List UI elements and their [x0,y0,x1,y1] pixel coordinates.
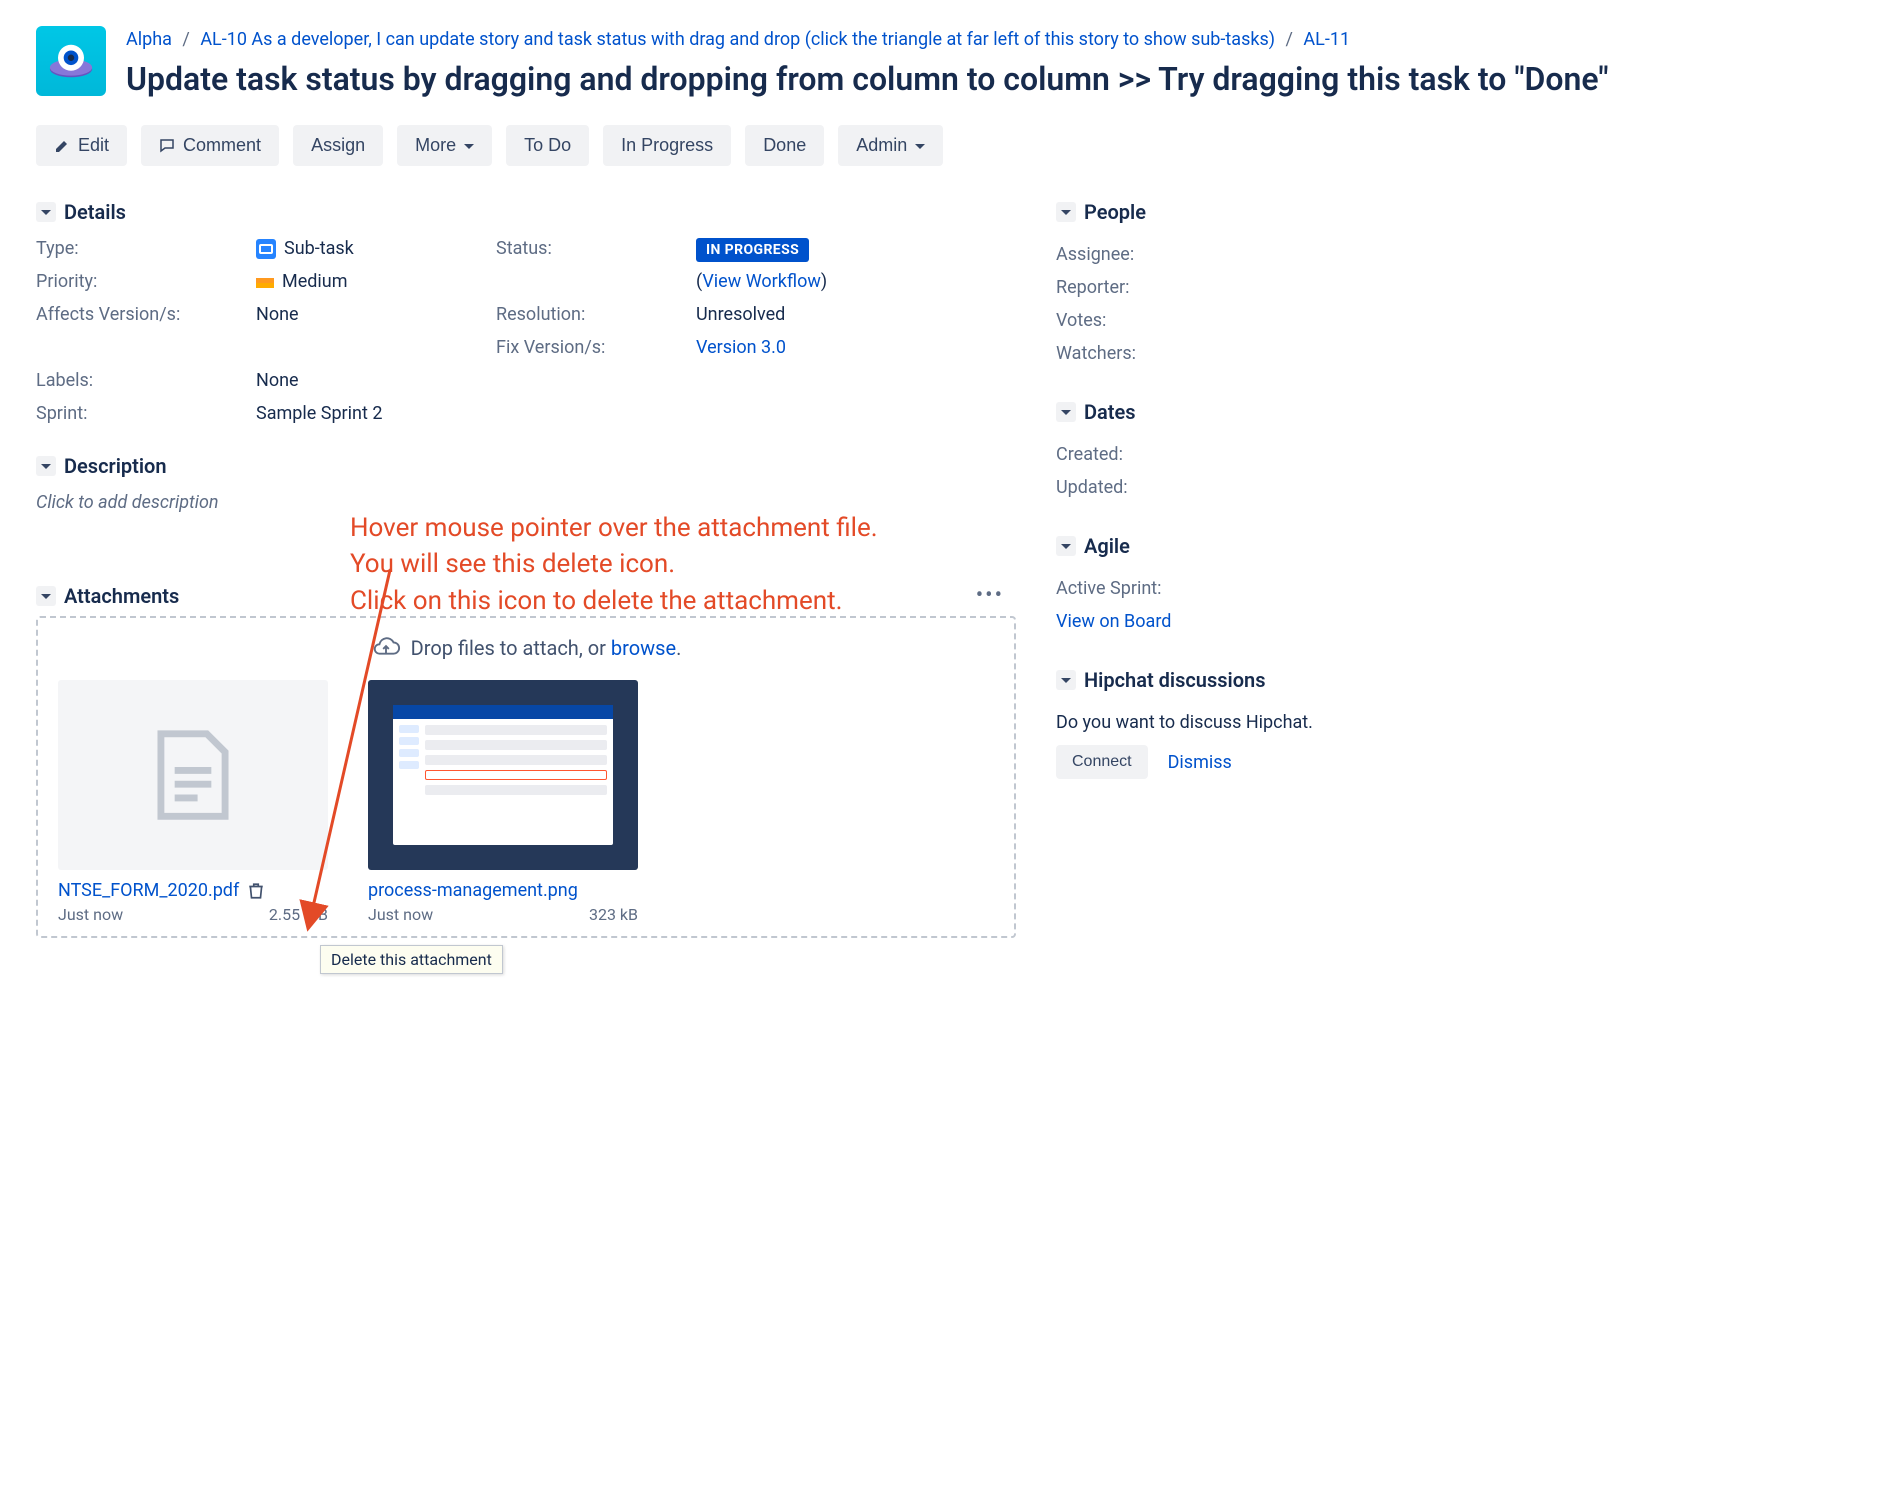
watchers-label: Watchers: [1056,337,1456,370]
description-twisty[interactable] [36,456,56,476]
page-title: Update task status by dragging and dropp… [126,59,1890,99]
agile-twisty[interactable] [1056,536,1076,556]
resolution-label: Resolution: [496,304,696,325]
delete-tooltip: Delete this attachment [320,945,503,974]
attachment-size: 323 kB [589,905,638,924]
hipchat-heading: Hipchat discussions [1084,668,1266,692]
details-heading: Details [64,200,126,224]
priority-medium-icon [256,278,274,288]
details-section: Details Type: Sub-task Status: IN PROGRE… [36,200,1016,424]
transition-todo-button[interactable]: To Do [506,125,589,166]
upload-cloud-icon [371,636,401,660]
more-button[interactable]: More [397,125,492,166]
attachment-time: Just now [368,905,433,924]
hipchat-connect-button[interactable]: Connect [1056,745,1148,779]
attachment-thumbnail[interactable] [368,680,638,870]
people-heading: People [1084,200,1146,224]
attachment-time: Just now [58,905,123,924]
updated-label: Updated: [1056,471,1456,504]
subtask-icon [256,239,276,259]
hipchat-text: Do you want to discuss Hipchat. [1056,706,1456,739]
hipchat-twisty[interactable] [1056,670,1076,690]
description-placeholder[interactable]: Click to add description [36,492,1016,513]
dates-twisty[interactable] [1056,402,1076,422]
browse-link[interactable]: browse [611,636,676,660]
sprint-label: Sprint: [36,403,256,424]
affects-value: None [256,304,496,325]
sprint-value: Sample Sprint 2 [256,403,496,424]
priority-value: Medium [256,271,496,292]
assign-button[interactable]: Assign [293,125,383,166]
description-heading: Description [64,454,167,478]
fixversion-value[interactable]: Version 3.0 [696,337,786,358]
type-value: Sub-task [256,238,496,259]
hipchat-dismiss-link[interactable]: Dismiss [1168,752,1232,773]
votes-label: Votes: [1056,304,1456,337]
project-avatar[interactable] [36,26,106,96]
trash-icon[interactable] [247,882,265,900]
view-on-board-link[interactable]: View on Board [1056,611,1171,632]
status-label: Status: [496,238,696,259]
status-badge: IN PROGRESS [696,238,809,262]
breadcrumb-parent[interactable]: AL-10 As a developer, I can update story… [200,29,1275,50]
fixversion-label: Fix Version/s: [496,337,696,358]
document-icon [138,720,248,830]
comment-icon [159,138,175,154]
attachments-section: Attachments ••• Drop files to attach, or… [36,583,1016,938]
labels-value: None [256,370,496,391]
description-section: Description Click to add description [36,454,1016,513]
attachments-twisty[interactable] [36,586,56,606]
labels-label: Labels: [36,370,256,391]
transition-done-button[interactable]: Done [745,125,824,166]
ufo-icon [45,35,97,87]
pencil-icon [54,138,70,154]
reporter-label: Reporter: [1056,271,1456,304]
active-sprint-label: Active Sprint: [1056,572,1456,605]
people-twisty[interactable] [1056,202,1076,222]
screenshot-preview [393,705,613,845]
agile-heading: Agile [1084,534,1130,558]
breadcrumb: Alpha / AL-10 As a developer, I can upda… [126,26,1890,53]
attachment-name[interactable]: process-management.png [368,880,578,901]
breadcrumb-project[interactable]: Alpha [126,29,172,50]
drop-hint: Drop files to attach, or browse. [50,636,1002,660]
attachment-thumbnail[interactable] [58,680,328,870]
resolution-value: Unresolved [696,304,956,325]
attachments-more-icon[interactable]: ••• [976,583,1004,608]
details-twisty[interactable] [36,202,56,222]
status-value: IN PROGRESS [696,238,956,259]
type-label: Type: [36,238,256,259]
comment-button[interactable]: Comment [141,125,279,166]
affects-label: Affects Version/s: [36,304,256,325]
priority-label: Priority: [36,271,256,292]
view-workflow-link[interactable]: View Workflow [702,271,821,292]
attachment-card[interactable]: process-management.png Just now 323 kB [368,680,638,924]
attachment-size: 2.55 MB [269,905,328,924]
attachment-card[interactable]: NTSE_FORM_2020.pdf Just now 2.55 MB [58,680,328,924]
edit-button[interactable]: Edit [36,125,127,166]
transition-inprogress-button[interactable]: In Progress [603,125,731,166]
admin-button[interactable]: Admin [838,125,943,166]
dates-heading: Dates [1084,400,1136,424]
attachments-heading: Attachments [64,584,179,608]
assignee-label: Assignee: [1056,238,1456,271]
attachments-dropzone[interactable]: Drop files to attach, or browse. [36,616,1016,938]
created-label: Created: [1056,438,1456,471]
attachment-name[interactable]: NTSE_FORM_2020.pdf [58,880,239,901]
breadcrumb-issue[interactable]: AL-11 [1303,29,1350,50]
